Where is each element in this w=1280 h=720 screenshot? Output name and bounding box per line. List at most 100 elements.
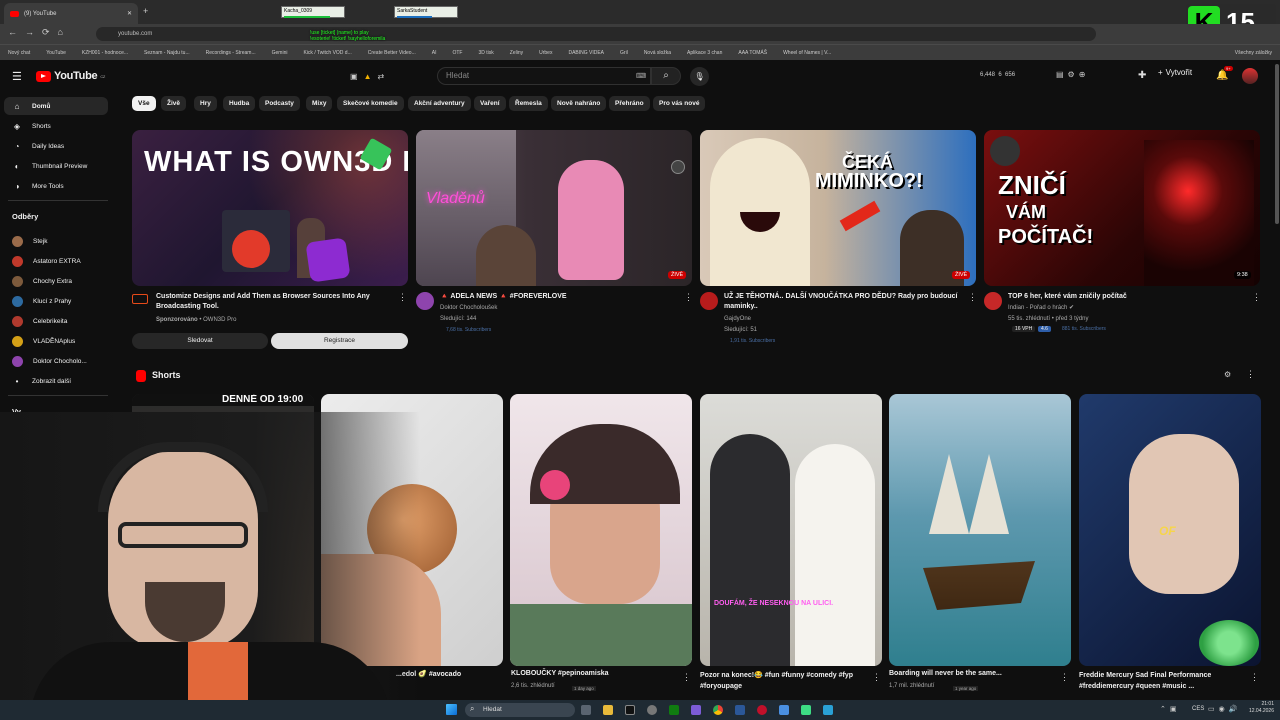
channel-avatar[interactable] (984, 292, 1002, 310)
nav-buttons[interactable]: ←→⟳⌂ (8, 27, 71, 38)
extension-shorts-icon[interactable]: ⚙ (1224, 370, 1231, 379)
opera-icon[interactable] (757, 705, 767, 715)
sidebar-item[interactable]: ◔ Daily Ideas (4, 137, 108, 155)
account-avatar[interactable] (1242, 68, 1258, 84)
scrollbar[interactable] (1275, 64, 1279, 224)
shorts-more-icon[interactable]: ⋮ (1246, 369, 1255, 380)
chip-filter[interactable]: Živě (161, 96, 187, 111)
extension-puzzle-icon[interactable]: ✚ (1138, 70, 1146, 81)
bookmark-item[interactable]: Gril (620, 50, 628, 56)
chip-filter[interactable]: Řemesla (509, 96, 548, 111)
chrome-icon[interactable] (713, 705, 723, 715)
bookmark-item[interactable]: YouTube (46, 50, 66, 56)
sidebar-section-heading[interactable]: Odběry (12, 212, 38, 221)
sidebar-item[interactable]: ◑ More Tools (4, 177, 108, 195)
bookmark-item[interactable]: 3D tisk (478, 50, 493, 56)
extension-fire-icon[interactable]: ▲ (364, 72, 372, 81)
short-thumbnail[interactable] (510, 394, 692, 666)
more-options-icon[interactable]: ⋮ (968, 292, 977, 303)
video-title[interactable]: 🔺 ADELA NEWS 🔺 #FOREVERLOVE (440, 292, 680, 302)
chip-filter[interactable]: Mixy (306, 96, 333, 111)
taskbar-clock[interactable]: 21:01 12.04.2026 (1240, 701, 1274, 715)
bookmark-item[interactable]: AI (432, 50, 437, 56)
more-options-icon[interactable]: ⋮ (872, 672, 881, 683)
chip-filter[interactable]: Pro vás nové (653, 96, 706, 111)
more-options-icon[interactable]: ⋮ (1252, 292, 1261, 303)
telegram-icon[interactable] (823, 705, 833, 715)
bookmark-item[interactable]: Recordings - Stream... (206, 50, 256, 56)
chip-filter[interactable]: Nově nahráno (551, 96, 607, 111)
bookmark-item[interactable]: Aplikace 3 chan (687, 50, 722, 56)
short-thumbnail[interactable] (889, 394, 1071, 666)
create-button[interactable]: + Vytvořit (1158, 68, 1192, 77)
chip-filter[interactable]: Vaření (474, 96, 506, 111)
task-view-icon[interactable] (581, 705, 591, 715)
notifications-icon[interactable]: 🔔 (1216, 70, 1228, 81)
chip-filter[interactable]: Hudba (223, 96, 256, 111)
video-thumbnail[interactable]: Vladěnů ŽIVĚ (416, 130, 692, 286)
app-icon[interactable] (691, 705, 701, 715)
channel-name[interactable]: Indian - Pořad o hrách ✔ (1008, 303, 1074, 314)
play-icon[interactable] (801, 705, 811, 715)
short-thumbnail[interactable]: OF (1079, 394, 1261, 666)
chip-filter[interactable]: Akční adventury (408, 96, 471, 111)
sidebar-item[interactable]: Klucí z Prahy (4, 292, 108, 310)
extension-toolbar-icons[interactable]: ▤⚙⊕ (1056, 70, 1089, 79)
bookmark-item[interactable]: Urbex (539, 50, 552, 56)
sidebar-item[interactable]: ◈ Shorts (4, 117, 108, 135)
file-explorer-icon[interactable] (603, 705, 613, 715)
short-title[interactable]: KLOBOUČKY #pepinoamiska (511, 670, 609, 677)
extension-icons[interactable]: ▣ ▲ ⇄ (350, 68, 394, 84)
language-indicator[interactable]: CES (1192, 706, 1204, 712)
follow-button[interactable]: Sledovat (132, 333, 268, 349)
search-button[interactable]: ⌕ (651, 67, 681, 85)
bookmark-item[interactable]: OTF (452, 50, 462, 56)
tiktok-icon[interactable] (625, 705, 635, 715)
extension-arrow-icon[interactable]: ⇄ (377, 72, 384, 81)
address-bar[interactable]: youtube.com (96, 27, 1096, 41)
more-options-icon[interactable]: ⋮ (398, 292, 407, 303)
menu-icon[interactable]: ☰ (12, 70, 22, 83)
bookmark-item[interactable]: Nový chat (8, 50, 30, 56)
sidebar-item[interactable]: • Zobrazit další (4, 372, 108, 390)
chip-filter[interactable]: Přehráno (609, 96, 650, 111)
sidebar-item[interactable]: ◐ Thumbnail Preview (4, 157, 108, 175)
bookmark-item[interactable]: Create Better Video... (368, 50, 416, 56)
short-title[interactable]: Pozor na konec!😂 #fun #funny #comedy #fy… (700, 670, 870, 692)
bookmark-item[interactable]: Seznam - Najdu tu... (144, 50, 190, 56)
chip-filter[interactable]: Hry (194, 96, 217, 111)
channel-name[interactable]: Doktor Chocholoušek (440, 303, 497, 314)
bookmark-item[interactable]: KZH001 - hodnoce... (82, 50, 128, 56)
chip-filter[interactable]: Podcasty (259, 96, 300, 111)
sidebar-item[interactable]: Stejk (4, 232, 108, 250)
bookmark-item[interactable]: Gemini (272, 50, 288, 56)
more-options-icon[interactable]: ⋮ (1250, 672, 1259, 683)
app-icon-2[interactable] (735, 705, 745, 715)
chip-filter[interactable]: Vše (132, 96, 156, 111)
bookmark-item[interactable]: Kick / Twitch VOD d... (303, 50, 351, 56)
register-button[interactable]: Registrace (271, 333, 408, 349)
sidebar-item[interactable]: Astatoro EXTRA (4, 252, 108, 270)
chip-filter[interactable]: Skečové komedie (337, 96, 404, 111)
bookmark-item[interactable]: DABING VIDEA (568, 50, 604, 56)
app-icon-3[interactable] (779, 705, 789, 715)
more-options-icon[interactable]: ⋮ (1060, 672, 1069, 683)
video-title[interactable]: TOP 6 her, které vám zničily počítač (1008, 292, 1246, 302)
windows-start-icon[interactable] (446, 704, 457, 715)
bookmark-item[interactable]: Všechny záložky (1235, 50, 1280, 56)
keyboard-icon[interactable]: ⌨ (636, 72, 646, 80)
close-tab-icon[interactable]: ✕ (127, 10, 132, 17)
search-input[interactable]: Hledat (437, 67, 651, 85)
sidebar-item[interactable]: Doktor Chocholo... (4, 352, 108, 370)
extension-icon[interactable]: ▣ (350, 72, 358, 81)
tray-icons[interactable]: ⌃▣ (1160, 705, 1180, 713)
channel-name[interactable]: OWN3D Pro (203, 317, 236, 323)
short-title[interactable]: Freddie Mercury Sad Final Performance #f… (1079, 670, 1247, 692)
more-options-icon[interactable]: ⋮ (684, 292, 693, 303)
youtube-logo[interactable]: YouTube CZ (36, 70, 105, 82)
mic-icon[interactable]: 🎙 (690, 67, 709, 86)
bookmark-item[interactable]: Zeliny (510, 50, 523, 56)
taskbar-search[interactable]: Hledat (465, 703, 575, 717)
new-tab-icon[interactable]: + (143, 6, 148, 16)
channel-avatar[interactable] (416, 292, 434, 310)
